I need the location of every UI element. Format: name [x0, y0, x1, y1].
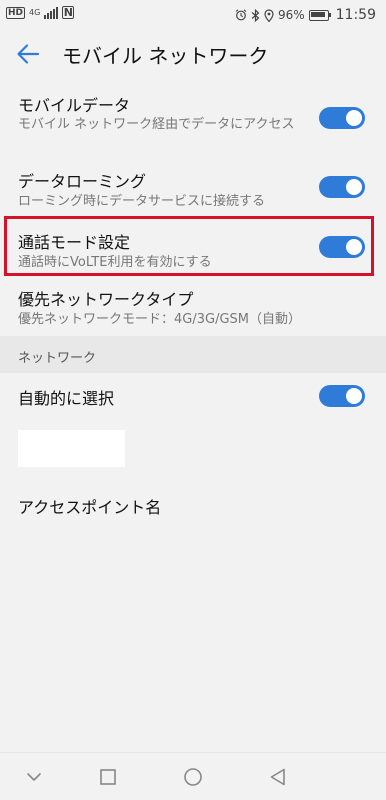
status-time: 11:59: [335, 7, 376, 23]
alarm-icon: [235, 9, 247, 21]
toggle-knob: [346, 179, 362, 195]
mobile-data-toggle[interactable]: [319, 107, 365, 129]
data-roaming-toggle[interactable]: [319, 176, 365, 198]
setting-mobile-data[interactable]: モバイルデータ モバイル ネットワーク経由でデータにアクセス: [0, 78, 386, 148]
status-left: HD 4G N: [6, 6, 75, 19]
signal-icon: [44, 6, 59, 19]
toolbar: モバイル ネットワーク: [0, 30, 386, 78]
circle-icon[interactable]: [181, 765, 205, 789]
setting-apn[interactable]: アクセスポイント名: [0, 480, 386, 528]
data-roaming-subtitle: ローミング時にデータサービスに接続する: [18, 194, 266, 209]
highlight-box: [4, 216, 374, 276]
setting-preferred-network[interactable]: 優先ネットワークタイプ 優先ネットワークモード：4G/3G/GSM（自動）: [0, 276, 386, 336]
battery-percent: 96%: [277, 8, 305, 22]
auto-select-toggle[interactable]: [319, 385, 365, 407]
network-type-label: 4G: [29, 7, 41, 17]
nfc-icon: N: [62, 6, 75, 19]
location-icon: [264, 8, 274, 22]
data-roaming-title: データローミング: [18, 172, 147, 191]
triangle-back-icon[interactable]: [266, 765, 290, 789]
preferred-network-subtitle: 優先ネットワークモード：4G/3G/GSM（自動）: [18, 312, 301, 327]
setting-auto-select[interactable]: 自動的に選択: [0, 373, 386, 421]
section-header-label: ネットワーク: [18, 351, 97, 366]
chevron-down-icon[interactable]: [22, 765, 46, 789]
nav-bar: [0, 752, 386, 800]
bluetooth-icon: [251, 8, 260, 22]
square-icon[interactable]: [96, 765, 120, 789]
screen: HD 4G N 96% 11:59 モバイル ネットワーク モバイルデータ モバ…: [0, 0, 386, 800]
toggle-knob: [346, 110, 362, 126]
section-header-network: ネットワーク: [0, 336, 386, 373]
hd-badge: HD: [6, 6, 26, 19]
status-right: 96% 11:59: [235, 7, 376, 23]
auto-select-title: 自動的に選択: [18, 389, 115, 408]
toggle-knob: [346, 388, 362, 404]
blank-area: [18, 430, 125, 467]
battery-icon: [308, 9, 331, 21]
status-bar: HD 4G N 96% 11:59: [0, 0, 386, 30]
apn-title: アクセスポイント名: [18, 498, 162, 517]
page-title: モバイル ネットワーク: [62, 44, 269, 68]
setting-data-roaming[interactable]: データローミング ローミング時にデータサービスに接続する: [0, 148, 386, 216]
arrow-left-icon[interactable]: [14, 40, 42, 68]
preferred-network-title: 優先ネットワークタイプ: [18, 290, 194, 309]
mobile-data-subtitle: モバイル ネットワーク経由でデータにアクセス: [18, 117, 295, 132]
